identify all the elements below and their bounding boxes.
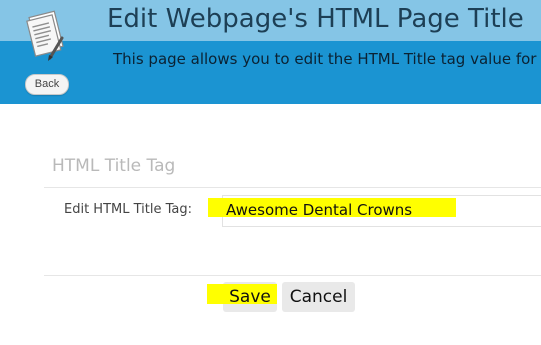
cancel-button[interactable]: Cancel [282,282,355,312]
title-tag-input[interactable] [226,201,526,219]
section-title: HTML Title Tag [52,156,176,176]
back-button[interactable]: Back [25,74,69,95]
page-title: Edit Webpage's HTML Page Title [107,4,524,34]
document-edit-icon [26,10,64,61]
section-divider [44,187,541,188]
title-tag-label: Edit HTML Title Tag: [64,202,192,217]
page-subtitle: This page allows you to edit the HTML Ti… [113,50,537,68]
actions-divider [44,275,541,276]
save-button[interactable]: Save [223,282,277,312]
